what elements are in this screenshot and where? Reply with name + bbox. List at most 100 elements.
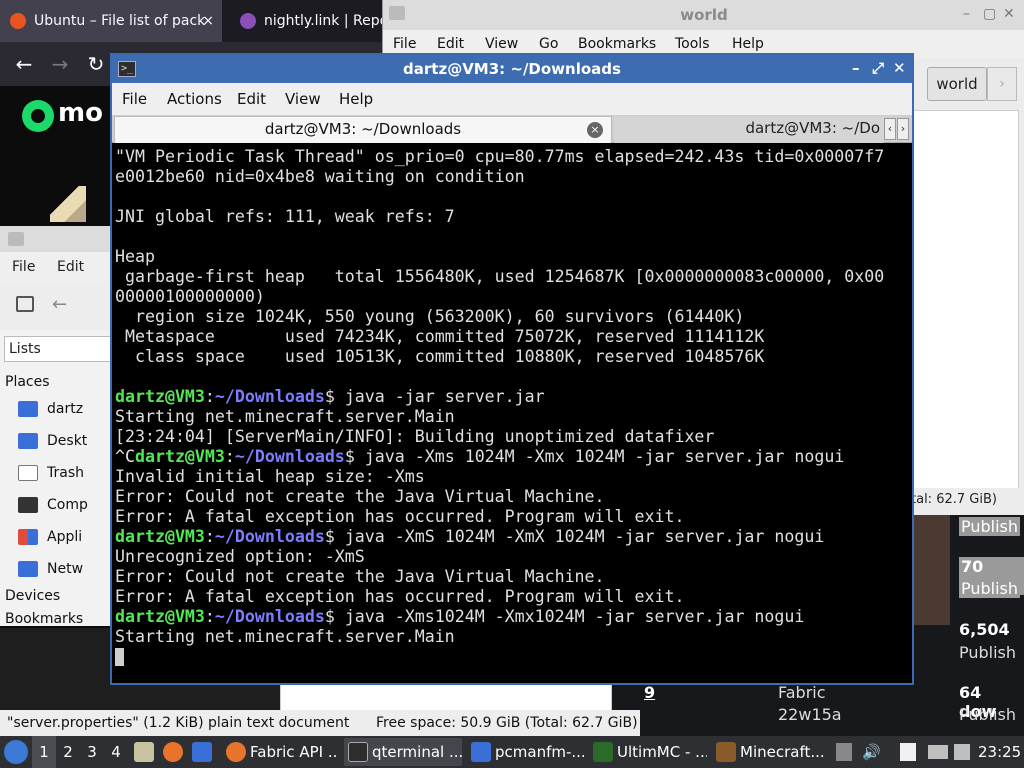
place-applications[interactable]: Appli (18, 526, 82, 548)
prompt-user: dartz@VM3 (134, 447, 225, 466)
workspace-1[interactable]: 1 (32, 736, 56, 768)
minimize-icon[interactable]: – (852, 59, 860, 77)
world-file-list[interactable] (911, 110, 1019, 490)
reload-icon[interactable]: ↻ (82, 50, 110, 78)
clock[interactable]: 23:25 (978, 743, 1021, 761)
terminal-line: Error: A fatal exception has occurred. P… (115, 587, 685, 606)
terminal-line: JNI global refs: 111, weak refs: 7 (115, 207, 455, 226)
row-index[interactable]: 9 (644, 683, 655, 702)
browser-tab-ubuntu[interactable]: Ubuntu – File list of pack × (0, 0, 222, 42)
prompt-path: ~/Downloads (214, 527, 325, 546)
devices-heading[interactable]: Devices (5, 588, 60, 604)
network-icon (18, 561, 38, 577)
terminal-line: Starting net.minecraft.server.Main (115, 627, 455, 646)
maximize-icon[interactable]: ⤢ (872, 59, 884, 77)
firefox-icon (226, 742, 246, 762)
mod-thumbnail (50, 186, 86, 222)
place-home[interactable]: dartz (18, 398, 83, 420)
tab-scroll-right-icon[interactable]: › (897, 118, 909, 140)
command-text: java -Xms 1024M -Xmx 1024M -jar server.j… (354, 447, 845, 466)
prompt-separator: : (224, 447, 235, 466)
path-button-world[interactable]: world (927, 67, 987, 101)
pcmanfm-file-view[interactable] (280, 684, 612, 710)
menu-help[interactable]: Help (732, 36, 764, 52)
forward-arrow-icon[interactable]: → (46, 50, 74, 78)
tab-scroll-left-icon[interactable]: ‹ (884, 118, 896, 140)
published-label: Publish (959, 517, 1021, 536)
new-tab-icon[interactable] (16, 296, 34, 312)
minecraft-icon (716, 742, 736, 762)
modrinth-logo-icon[interactable] (22, 100, 54, 132)
task-minecraft[interactable]: Minecraft... (712, 738, 830, 766)
applications-icon (18, 529, 38, 545)
menu-file[interactable]: File (393, 36, 416, 52)
terminal-tab-second[interactable]: dartz@VM3: ~/Do (614, 116, 884, 143)
menu-help[interactable]: Help (339, 90, 373, 108)
workspace-4[interactable]: 4 (104, 736, 128, 768)
menu-file[interactable]: File (122, 90, 147, 108)
task-qterminal[interactable]: qterminal ... (344, 738, 462, 766)
place-network[interactable]: Netw (18, 558, 83, 580)
browser-tab-nightly[interactable]: nightly.link | Repos (230, 0, 400, 42)
terminal-line: Invalid initial heap size: -Xms (115, 467, 425, 486)
place-label: Deskt (47, 433, 88, 449)
menu-edit[interactable]: Edit (437, 36, 464, 52)
menu-file[interactable]: File (12, 259, 35, 275)
menu-tools[interactable]: Tools (675, 36, 710, 52)
menu-view[interactable]: View (285, 90, 321, 108)
workspace-3[interactable]: 3 (80, 736, 104, 768)
terminal-line: 00000100000000) (115, 287, 265, 306)
menu-go[interactable]: Go (539, 36, 558, 52)
notes-tray-icon[interactable] (900, 743, 916, 761)
firefox-launcher-icon[interactable] (163, 742, 183, 762)
close-icon[interactable]: ✕ (1003, 6, 1015, 22)
close-tab-icon[interactable]: × (587, 122, 603, 138)
place-label: Comp (47, 497, 88, 513)
menu-edit[interactable]: Edit (57, 259, 84, 275)
desktop-icon (18, 433, 38, 449)
bookmarks-heading[interactable]: Bookmarks (5, 611, 83, 627)
monitor-tray-icon[interactable] (928, 745, 948, 759)
path-next-icon[interactable]: › (987, 67, 1017, 101)
task-pcmanfm[interactable]: pcmanfm-... (467, 738, 585, 766)
task-fabric-api[interactable]: Fabric API ... (222, 738, 338, 766)
interrupt-echo: ^C (115, 447, 135, 466)
pcmanfm-window: File Edit ← Lists Places dartz Deskt Tra… (0, 226, 112, 627)
terminal-screen[interactable]: "VM Periodic Task Thread" os_prio=0 cpu=… (112, 143, 912, 683)
place-desktop[interactable]: Deskt (18, 430, 87, 452)
folder-icon (8, 232, 24, 246)
prompt-path: ~/Downloads (214, 607, 325, 626)
close-tab-icon[interactable]: × (202, 13, 214, 29)
clipboard-tray-icon[interactable] (836, 743, 852, 761)
site-logo-text[interactable]: mo (58, 98, 103, 128)
task-ultimmc[interactable]: UltimMC - ... (589, 738, 707, 766)
place-computer[interactable]: Comp (18, 494, 88, 516)
back-arrow-icon[interactable]: ← (10, 50, 38, 78)
menu-actions[interactable]: Actions (167, 90, 222, 108)
network-tray-icon[interactable] (954, 744, 970, 760)
start-menu-icon[interactable] (4, 740, 28, 764)
volume-icon[interactable]: 🔊 (862, 743, 881, 761)
terminal-tab-active[interactable]: dartz@VM3: ~/Downloads × (114, 116, 612, 143)
task-label: qterminal ... (372, 743, 462, 761)
minimize-icon[interactable]: – (963, 6, 970, 22)
menu-bookmarks[interactable]: Bookmarks (578, 36, 656, 52)
pcmanfm-titlebar (0, 226, 112, 252)
file-manager-launcher-icon[interactable] (134, 742, 154, 762)
place-label: Appli (47, 529, 83, 545)
show-desktop-icon[interactable] (192, 742, 212, 762)
world-window-title: world (680, 6, 728, 24)
prompt-separator: : (204, 527, 215, 546)
workspace-2[interactable]: 2 (56, 736, 80, 768)
back-arrow-icon[interactable]: ← (52, 294, 67, 315)
command-text: java -XmS 1024M -XmX 1024M -jar server.j… (334, 527, 825, 546)
menu-edit[interactable]: Edit (237, 90, 266, 108)
terminal-line: Unrecognized option: -XmS (115, 547, 365, 566)
side-pane-mode-select[interactable]: Lists (4, 336, 112, 362)
maximize-icon[interactable]: ▢ (983, 6, 996, 22)
menu-view[interactable]: View (485, 36, 518, 52)
terminal-line: Metaspace used 74234K, committed 75072K,… (115, 327, 765, 346)
place-trash[interactable]: Trash (18, 462, 84, 484)
close-icon[interactable]: ✕ (893, 59, 906, 77)
